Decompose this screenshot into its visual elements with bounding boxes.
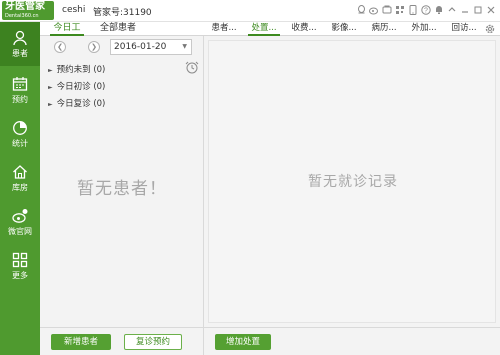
expand-triangle-icon: ► (48, 67, 53, 74)
sidebar-item-micro-site[interactable]: 微官网 (0, 200, 40, 244)
sidebar-item-label: 患者 (12, 49, 28, 58)
tab-treatment[interactable]: 处置... (248, 22, 280, 36)
qr-icon[interactable] (395, 4, 405, 16)
chevron-down-icon: ▼ (182, 43, 187, 50)
followup-appointment-button[interactable]: 复诊预约 (124, 334, 182, 350)
pie-chart-icon (13, 121, 27, 135)
qq-icon[interactable] (356, 4, 366, 16)
title-bar: 牙医管家 Dental360.cn ceshi 管家号:31190 ? (0, 0, 500, 22)
patient-tabs: 今日工作 全部患者 (40, 22, 204, 45)
sidebar-item-label: 预约 (12, 95, 28, 104)
sidebar-item-more[interactable]: 更多 (0, 244, 40, 288)
prev-day-button[interactable]: ❮ (54, 41, 66, 53)
tab-external-processing[interactable]: 外加... (408, 22, 440, 36)
sidebar-item-appointments[interactable]: 预约 (0, 68, 40, 112)
tab-today-work[interactable]: 今日工作 (50, 22, 84, 45)
group-label: 今日复诊 (0) (56, 99, 106, 109)
sidebar-item-label: 库房 (12, 183, 28, 192)
group-row-return-visit[interactable]: ► 今日复诊 (0) (48, 99, 105, 110)
sidebar-item-label: 微官网 (8, 227, 32, 236)
record-content: 暂无就诊记录 (208, 40, 496, 323)
svg-text:?: ? (424, 8, 428, 15)
sidebar-item-storage[interactable]: 库房 (0, 156, 40, 200)
sidebar-item-label: 统计 (12, 139, 28, 148)
restore-icon[interactable] (447, 4, 457, 16)
main-sidebar: 患者 预约 统计 库房 微官网 更多 (0, 22, 40, 355)
mobile-icon[interactable] (408, 4, 418, 16)
patient-panel-footer: 新增患者 复诊预约 (40, 327, 204, 355)
tab-patient-info[interactable]: 患者... (208, 22, 240, 36)
group-row-no-show[interactable]: ► 预约未到 (0) (48, 65, 105, 76)
date-picker[interactable]: 2016-01-20 ▼ (110, 39, 192, 55)
sidebar-item-statistics[interactable]: 统计 (0, 112, 40, 156)
close-icon[interactable] (486, 4, 496, 16)
user-name: ceshi (62, 5, 86, 15)
add-treatment-button[interactable]: 增加处置 (215, 334, 271, 350)
window-controls: ? (356, 4, 496, 18)
expand-triangle-icon: ► (48, 101, 53, 108)
logo-text: 牙医管家 (5, 1, 45, 12)
weibo-icon[interactable] (369, 4, 379, 16)
help-icon[interactable]: ? (421, 4, 431, 16)
group-row-first-visit[interactable]: ► 今日初诊 (0) (48, 82, 105, 93)
next-day-button[interactable]: ❯ (88, 41, 100, 53)
person-icon (13, 30, 27, 46)
gear-icon[interactable] (484, 23, 496, 35)
weibo-site-icon (12, 209, 28, 223)
calendar-icon (12, 77, 28, 91)
record-tabs: 患者... 处置... 收费... 影像... 病历... 外加... 回访..… (204, 22, 500, 36)
tab-medical-record[interactable]: 病历... (368, 22, 400, 36)
minimize-icon[interactable] (460, 4, 470, 16)
empty-patients-message: 暂无患者！ (77, 179, 167, 199)
maximize-icon[interactable] (473, 4, 483, 16)
sidebar-item-patients[interactable]: 患者 (0, 22, 40, 66)
group-label: 预约未到 (0) (56, 65, 106, 75)
tab-follow-up[interactable]: 回访... (448, 22, 480, 36)
phone-icon[interactable] (382, 4, 392, 16)
account-number: 管家号:31190 (93, 8, 152, 18)
house-icon (13, 165, 27, 179)
record-panel: 暂无就诊记录 (204, 36, 500, 327)
app-logo: 牙医管家 Dental360.cn (2, 1, 54, 20)
tab-billing[interactable]: 收费... (288, 22, 320, 36)
tab-imaging[interactable]: 影像... (328, 22, 360, 36)
grid-icon (12, 252, 28, 268)
alarm-clock-icon[interactable] (185, 61, 199, 74)
expand-triangle-icon: ► (48, 84, 53, 91)
date-value: 2016-01-20 (114, 42, 167, 52)
patient-list-panel: ❮ ❯ 2016-01-20 ▼ ► 预约未到 (0) ► 今日初诊 (0) ► 今日… (40, 36, 204, 327)
group-label: 今日初诊 (0) (56, 82, 106, 92)
record-panel-footer: 增加处置 (204, 327, 500, 355)
sidebar-item-label: 更多 (12, 271, 28, 280)
tab-all-patients[interactable]: 全部患者 (98, 22, 138, 36)
bell-icon[interactable] (434, 4, 444, 16)
empty-records-message: 暂无就诊记录 (308, 174, 398, 190)
logo-subtext: Dental360.cn (5, 13, 39, 19)
add-patient-button[interactable]: 新增患者 (51, 334, 111, 350)
